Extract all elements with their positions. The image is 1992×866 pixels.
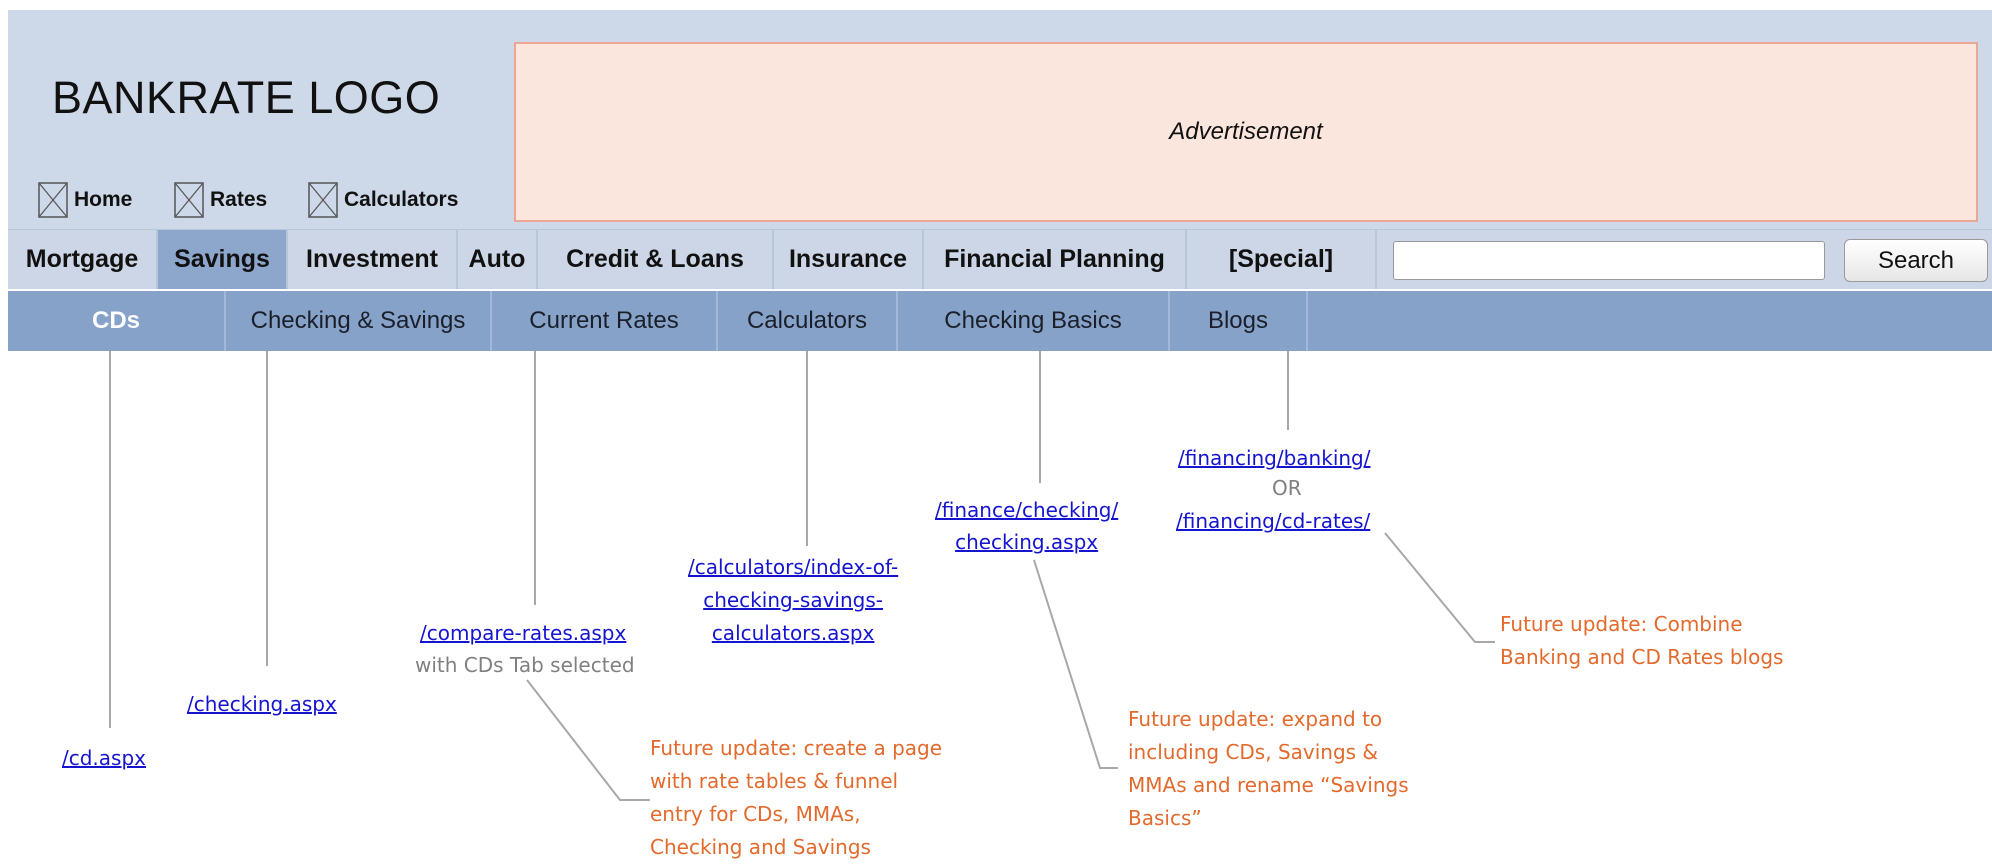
future-note-line: Future update: Combine: [1500, 612, 1743, 636]
future-note-line: including CDs, Savings &: [1128, 740, 1379, 764]
future-note-line: entry for CDs, MMAs,: [650, 802, 861, 826]
calculators-url-line: calculators.aspx: [711, 621, 875, 645]
checking-basics-url-line: checking.aspx: [955, 530, 1099, 554]
blogs-or-label: OR: [1272, 476, 1302, 500]
current-rates-url-link[interactable]: /compare-rates.aspx: [420, 617, 626, 649]
annotation-connector-lines: [109, 351, 1495, 801]
future-note-line: Checking and Savings: [650, 835, 871, 859]
checking-url-link[interactable]: /checking.aspx: [187, 688, 337, 720]
future-note-line: Future update: create a page: [650, 736, 943, 760]
current-rates-note: with CDs Tab selected: [415, 653, 635, 677]
calculators-url-line: checking-savings-: [703, 588, 883, 612]
future-update-blogs: Future update: Combine Banking and CD Ra…: [1500, 608, 1783, 674]
checking-basics-url-line: /finance/checking/: [935, 498, 1119, 522]
future-note-line: Basics”: [1128, 806, 1202, 830]
future-note-line: Banking and CD Rates blogs: [1500, 645, 1784, 669]
checking-basics-url-link[interactable]: /finance/checking/ checking.aspx: [935, 494, 1118, 558]
cds-url-link[interactable]: /cd.aspx: [62, 742, 146, 774]
future-note-line: MMAs and rename “Savings: [1128, 773, 1409, 797]
future-update-checking-basics: Future update: expand to including CDs, …: [1128, 703, 1409, 835]
blogs-cd-rates-url-link[interactable]: /financing/cd-rates/: [1176, 505, 1370, 537]
future-update-current-rates: Future update: create a page with rate t…: [650, 732, 942, 864]
future-note-line: with rate tables & funnel: [650, 769, 899, 793]
calculators-url-link[interactable]: /calculators/index-of- checking-savings-…: [688, 551, 898, 650]
blogs-banking-url-link[interactable]: /financing/banking/: [1178, 442, 1370, 474]
calculators-url-line: /calculators/index-of-: [688, 555, 899, 579]
future-note-line: Future update: expand to: [1128, 707, 1383, 731]
